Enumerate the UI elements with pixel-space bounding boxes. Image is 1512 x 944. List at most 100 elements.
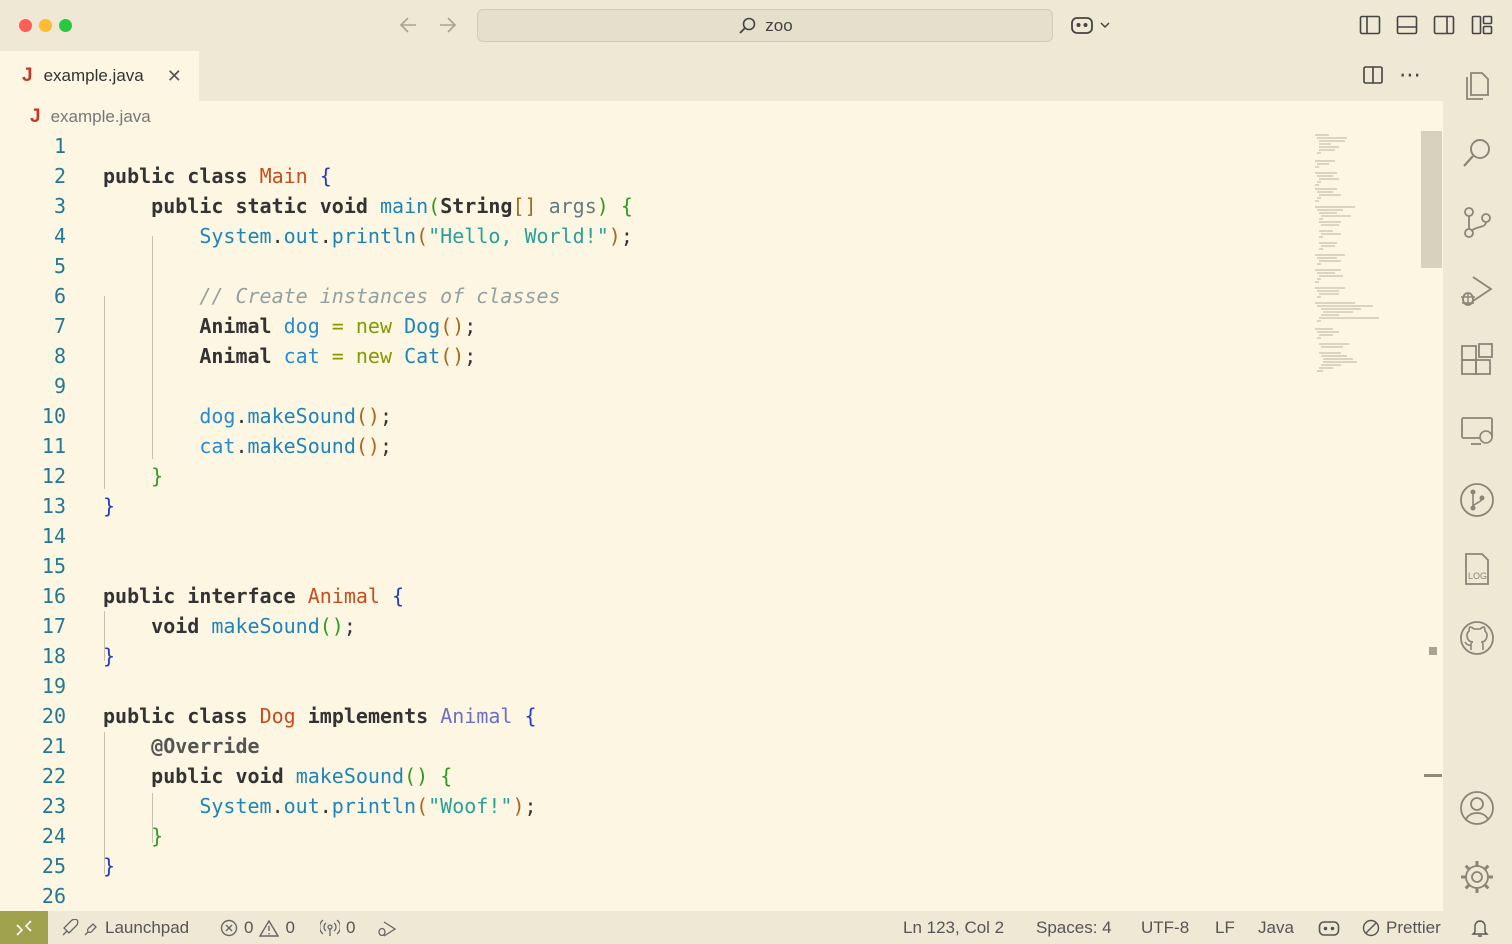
line-number: 12 [41, 464, 66, 488]
line-number: 20 [41, 704, 66, 728]
line-number: 1 [53, 134, 66, 158]
command-center-search[interactable]: zoo [477, 9, 1053, 42]
toggle-panel-icon[interactable] [1396, 14, 1418, 36]
tab-example-java[interactable]: J example.java ✕ [0, 51, 199, 101]
prettier-label: Prettier [1386, 917, 1441, 937]
line-number: 24 [41, 824, 66, 848]
keyword: new [355, 314, 393, 338]
problems-button[interactable]: 0 0 [220, 911, 295, 944]
minimap[interactable] [1313, 131, 1403, 381]
tab-label: example.java [43, 66, 144, 85]
editor-scrollbar-thumb[interactable] [1421, 131, 1442, 268]
settings-gear-icon[interactable] [1459, 859, 1495, 895]
method-name: makeSound [247, 434, 356, 458]
github-icon[interactable] [1459, 620, 1495, 656]
line-number: 14 [41, 524, 66, 548]
git-graph-icon[interactable] [1459, 482, 1495, 518]
code-line: 21 @Override [0, 731, 1420, 761]
method-name: println [331, 224, 417, 248]
line-number: 25 [41, 854, 66, 878]
method-name: makeSound [295, 764, 405, 788]
close-window-button[interactable] [19, 19, 32, 32]
title-bar: zoo [0, 0, 1512, 51]
identifier: System [199, 794, 272, 818]
zoom-window-button[interactable] [59, 19, 72, 32]
forward-arrow-icon[interactable] [436, 12, 458, 38]
type-name: String [440, 194, 513, 218]
method-name: main [379, 194, 429, 218]
class-name: Animal [440, 704, 513, 728]
code-line: 1 [0, 131, 1420, 161]
copilot-status-icon[interactable] [1318, 911, 1340, 944]
code-line: 18} [0, 641, 1420, 671]
accounts-icon[interactable] [1459, 790, 1495, 826]
source-control-icon[interactable] [1459, 204, 1495, 240]
code-line: 3 public static void main(String[] args)… [0, 191, 1420, 221]
explorer-icon[interactable] [1459, 65, 1495, 101]
line-number: 11 [41, 434, 66, 458]
code-line: 19 [0, 671, 1420, 701]
close-icon[interactable]: ✕ [167, 66, 182, 87]
indentation-setting[interactable]: Spaces: 4 [1036, 911, 1112, 944]
split-editor-icon[interactable] [1362, 64, 1384, 86]
keyword: public [103, 704, 176, 728]
run-build-button[interactable] [377, 911, 397, 944]
code-line: 8 Animal cat = new Cat(); [0, 341, 1420, 371]
line-number: 15 [41, 554, 66, 578]
editor-tab-bar: J example.java ✕ ⋯ [0, 51, 1443, 101]
keyword: class [187, 164, 248, 188]
variable: dog [283, 314, 320, 338]
back-arrow-icon[interactable] [398, 12, 420, 38]
code-line: 4 System.out.println("Hello, World!"); [0, 221, 1420, 251]
extensions-icon[interactable] [1459, 343, 1495, 379]
output-log-icon[interactable]: LOG [1459, 551, 1495, 587]
warning-icon [259, 919, 280, 937]
launchpad-label: Launchpad [105, 917, 190, 937]
keyword: public [151, 764, 224, 788]
breadcrumb[interactable]: J example.java [30, 106, 151, 128]
remote-explorer-icon[interactable] [1459, 413, 1495, 449]
method-name: println [331, 794, 417, 818]
notifications-bell-icon[interactable] [1471, 911, 1489, 944]
code-line: 7 Animal dog = new Dog(); [0, 311, 1420, 341]
code-editor[interactable]: 1 2 public class Main { 3 public static v… [0, 131, 1420, 911]
keyword: public [103, 584, 176, 608]
toggle-secondary-sidebar-icon[interactable] [1433, 14, 1455, 36]
copilot-menu-button[interactable] [1070, 14, 1116, 38]
toggle-primary-sidebar-icon[interactable] [1359, 14, 1381, 36]
remote-indicator-button[interactable] [0, 911, 48, 944]
string-literal: "Woof!" [428, 794, 513, 818]
search-icon [739, 17, 756, 34]
search-icon[interactable] [1459, 135, 1495, 171]
end-of-line-setting[interactable]: LF [1215, 911, 1235, 944]
string-literal: "Hello, World!" [428, 224, 609, 248]
class-name: Dog [404, 314, 441, 338]
minimize-window-button[interactable] [39, 19, 52, 32]
code-line: 25} [0, 851, 1420, 881]
variable: cat [283, 344, 320, 368]
code-line: 23 System.out.println("Woof!"); [0, 791, 1420, 821]
prettier-button[interactable]: Prettier [1362, 911, 1441, 944]
search-text: zoo [765, 15, 793, 35]
line-number: 16 [41, 584, 66, 608]
line-number: 3 [53, 194, 66, 218]
line-number: 6 [53, 284, 66, 308]
ports-button[interactable]: 0 [320, 911, 355, 944]
language-mode[interactable]: Java [1258, 911, 1294, 944]
code-line: 16 public interface Animal { [0, 581, 1420, 611]
code-line: 14 [0, 521, 1420, 551]
run-debug-icon[interactable] [1459, 273, 1495, 309]
line-number: 10 [41, 404, 66, 428]
launchpad-button[interactable]: Launchpad [61, 911, 189, 944]
comment: // Create instances of classes [199, 284, 561, 308]
line-number: 4 [53, 224, 66, 248]
more-actions-icon[interactable]: ⋯ [1399, 62, 1421, 88]
cursor-position[interactable]: Ln 123, Col 2 [903, 911, 1004, 944]
scrollbar-cursor-marker [1424, 774, 1442, 777]
encoding-setting[interactable]: UTF-8 [1141, 911, 1189, 944]
method-name: makeSound [247, 404, 356, 428]
customize-layout-icon[interactable] [1471, 14, 1493, 36]
keyword: void [235, 764, 284, 788]
type-name: Animal [199, 344, 272, 368]
line-number: 13 [41, 494, 66, 518]
